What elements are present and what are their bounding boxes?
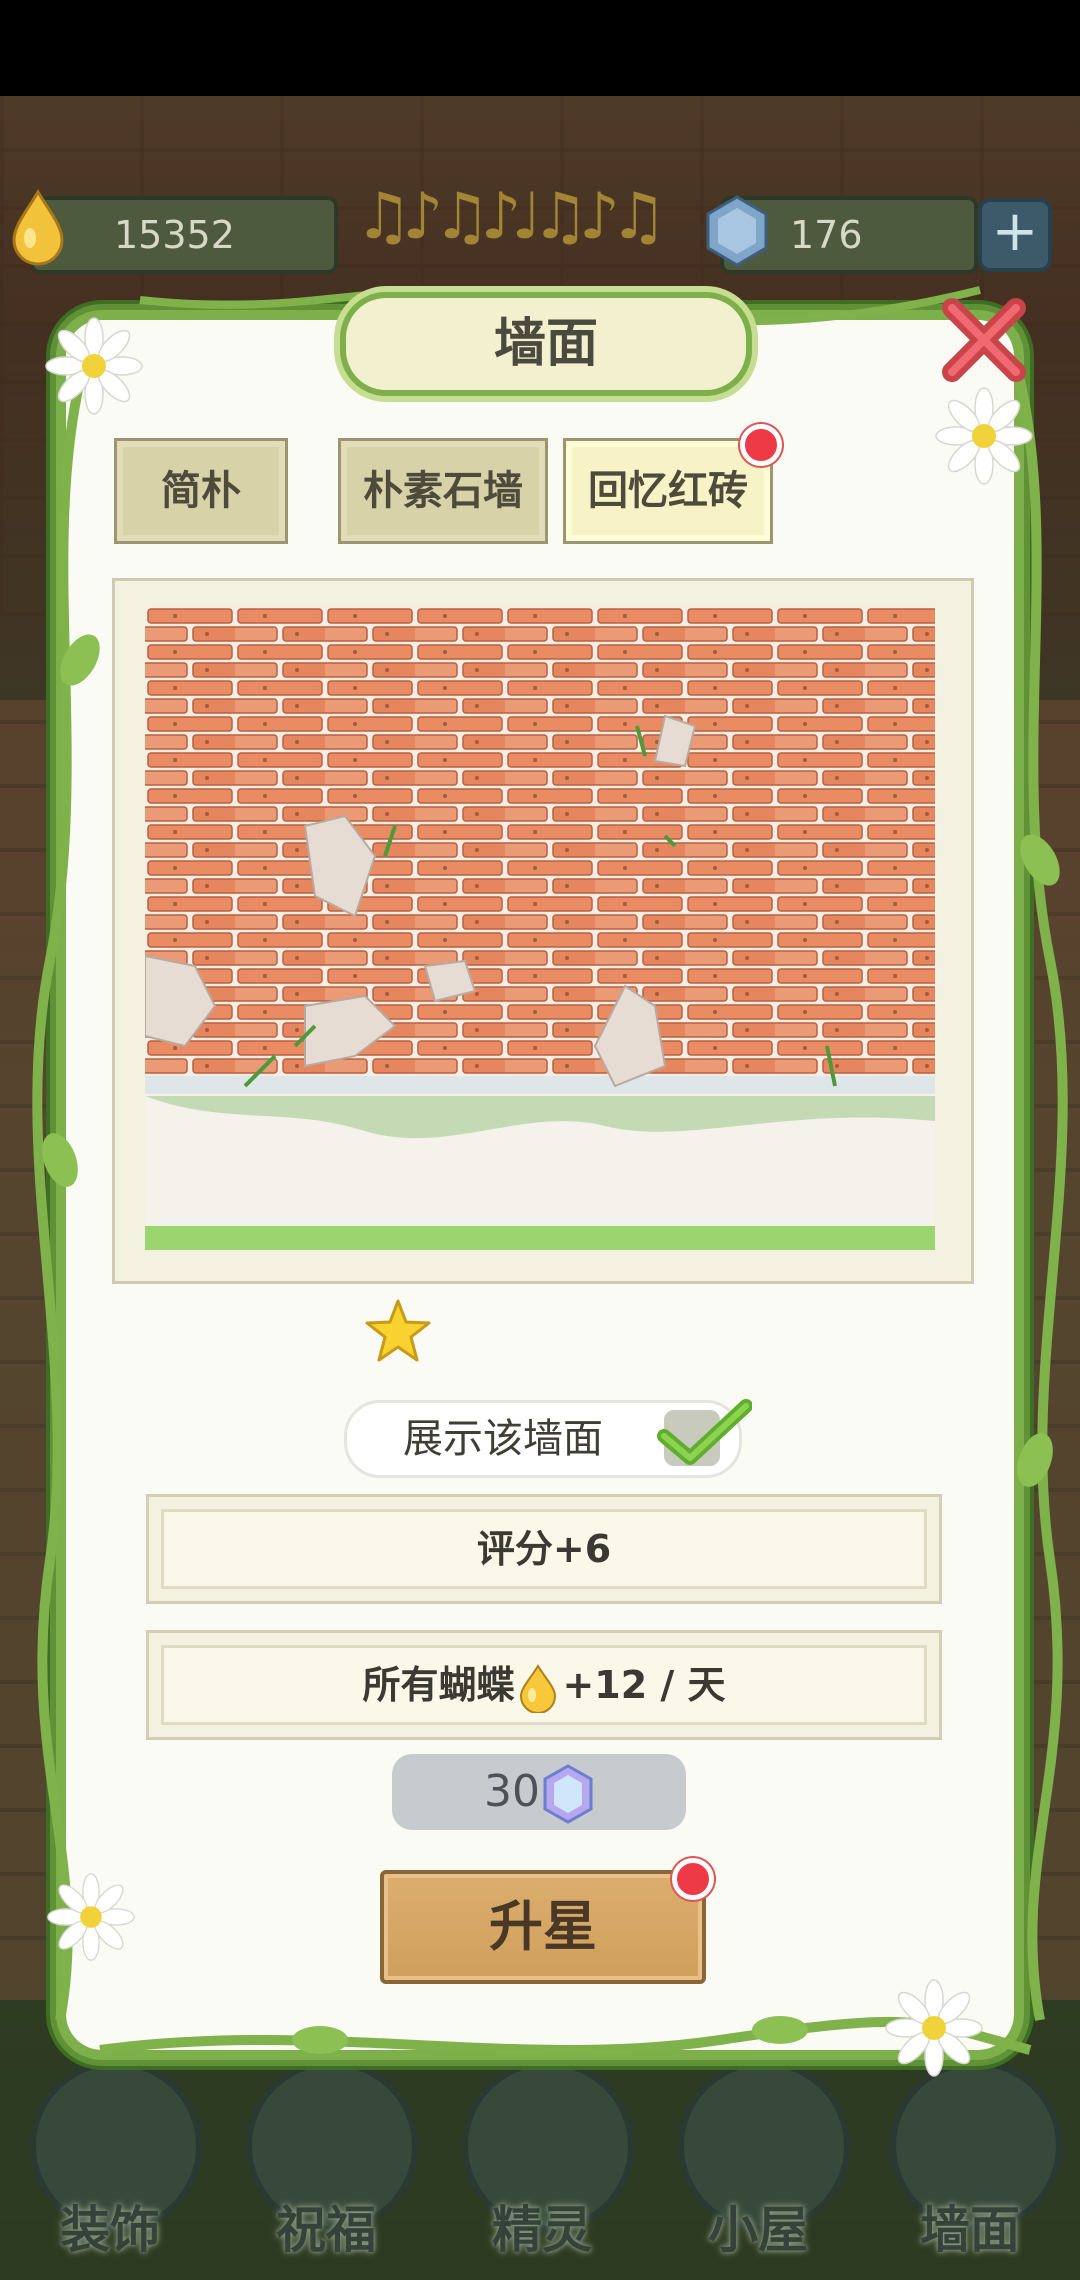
nav-label: 墙面 (920, 2201, 1020, 2259)
dialog-title: 墙面 (340, 292, 752, 396)
gem-icon (543, 1764, 593, 1824)
daisy-icon (45, 317, 143, 415)
checkmark-icon (657, 1399, 752, 1465)
butterfly-suffix: +12 / 天 (562, 1663, 726, 1707)
star-icon (365, 1299, 431, 1362)
music-notes-decoration: ♫♪♫♪♩♫♪♫ (355, 180, 667, 254)
notification-dot (740, 424, 782, 466)
score-box: 评分+6 (146, 1494, 942, 1604)
wall-preview (145, 606, 935, 1250)
nav-item-fairy[interactable]: 精灵 (452, 2060, 634, 2280)
nav-label: 装饰 (60, 2201, 160, 2259)
butterfly-bonus-text: 所有蝴蝶 +12 / 天 (161, 1645, 927, 1725)
nav-label: 祝福 (276, 2201, 376, 2259)
nav-item-blessing[interactable]: 祝福 (236, 2060, 418, 2280)
daisy-icon (47, 1873, 135, 1961)
score-text: 评分+6 (161, 1509, 927, 1589)
daisy-icon (885, 1979, 983, 2077)
nav-item-decoration[interactable]: 装饰 (20, 2060, 202, 2280)
show-wall-label: 展示该墙面 (403, 1416, 603, 1462)
butterfly-prefix: 所有蝴蝶 (362, 1663, 515, 1707)
nav-item-wall[interactable]: 墙面 (880, 2060, 1062, 2280)
close-icon[interactable] (934, 290, 1034, 390)
butterfly-bonus-box: 所有蝴蝶 +12 / 天 (146, 1630, 942, 1740)
honey-drop-icon (520, 1663, 557, 1713)
tab-stone-wall[interactable]: 朴素石墙 (338, 438, 548, 544)
honey-drop-icon (12, 189, 64, 266)
notification-dot (672, 1858, 714, 1900)
nav-item-cottage[interactable]: 小屋 (668, 2060, 850, 2280)
upgrade-star-button[interactable]: 升星 (380, 1870, 706, 1984)
upgrade-cost: 30 (392, 1754, 686, 1830)
daisy-icon (935, 387, 1033, 485)
gem-icon (706, 195, 768, 267)
cost-value: 30 (484, 1766, 540, 1817)
nav-label: 精灵 (492, 2201, 592, 2259)
status-bar (0, 0, 1080, 96)
tab-simple[interactable]: 简朴 (114, 438, 288, 544)
brick-wall-image (145, 606, 935, 1250)
nav-label: 小屋 (708, 2201, 808, 2259)
